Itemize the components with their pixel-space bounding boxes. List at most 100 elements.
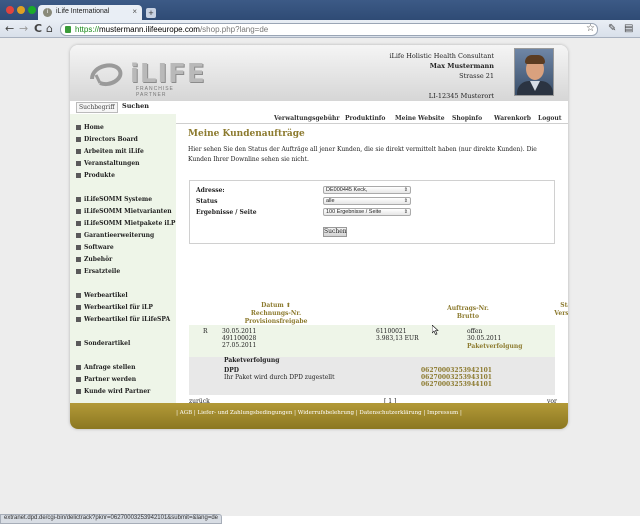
- detail-carrier: DPD: [224, 367, 239, 374]
- per-page-select[interactable]: 100 Ergebnisse / Seite ⇕: [323, 208, 411, 216]
- row-shipped: 30.05.2011: [467, 335, 502, 342]
- consultant-role: iLife Holistic Health Consultant: [389, 52, 494, 60]
- sidebar-item-sonderartikel[interactable]: Sonderartikel: [76, 340, 130, 347]
- col-versendet: Versendet: [554, 310, 568, 317]
- forward-arrow-icon[interactable]: →: [19, 22, 28, 35]
- sidebar-item-ersatzteile[interactable]: Ersatzteile: [76, 268, 120, 275]
- lock-icon: [65, 26, 71, 33]
- sidebar-item-garantie[interactable]: Garantieerweiterung: [76, 232, 154, 239]
- filter-form: Adresse: DE000445 Keck, ⇕ Status alle ⇕ Er…: [189, 180, 555, 244]
- sidebar-item-werbeartikel[interactable]: Werbeartikel: [76, 292, 128, 299]
- table-row: R 30.05.2011 491100028 27.05.2011 611000…: [189, 325, 555, 357]
- tab-close-icon[interactable]: ×: [132, 7, 137, 16]
- consultant-photo: [514, 48, 554, 96]
- row-invoice: 491100028: [222, 335, 257, 342]
- logo-text: iLIFE: [130, 59, 206, 89]
- zoom-window-button[interactable]: [28, 6, 36, 14]
- sidebar-item-directors-board[interactable]: Directors Board: [76, 136, 138, 143]
- tracking-detail: Paketverfolgung DPD Ihr Paket wird durch…: [189, 357, 555, 395]
- row-flag: R: [203, 328, 208, 335]
- row-commission-date: 27.05.2011: [222, 342, 257, 349]
- url-path: /shop.php?lang=de: [199, 25, 269, 34]
- nav-shopinfo[interactable]: Shopinfo: [452, 115, 482, 122]
- col-auftrags-nr: Auftrags-Nr.: [447, 305, 489, 312]
- sidebar-item-arbeiten[interactable]: Arbeiten mit iLife: [76, 148, 144, 155]
- back-arrow-icon[interactable]: ←: [5, 22, 14, 35]
- bookmark-star-icon[interactable]: ☆: [586, 23, 595, 34]
- sidebar-item-zubehoer[interactable]: Zubehör: [76, 256, 112, 263]
- page-title: Meine Kundenaufträge: [188, 129, 305, 139]
- tracking-number-link[interactable]: 06270003253942101: [421, 367, 492, 374]
- col-rechnungs-nr: Rechnungs-Nr.: [250, 310, 302, 317]
- status-select[interactable]: alle ⇕: [323, 197, 411, 205]
- nav-meine-website[interactable]: Meine Website: [395, 115, 445, 122]
- sidebar-item-software[interactable]: Software: [76, 244, 114, 251]
- row-tracking-link[interactable]: Paketverfolgung: [467, 343, 522, 350]
- footer-links[interactable]: | AGB | Liefer- und Zahlungsbedingungen …: [70, 410, 568, 416]
- col-datum[interactable]: Datum ⬆: [226, 302, 326, 310]
- browser-tab[interactable]: i iLife International ×: [38, 5, 142, 20]
- tracking-number-link[interactable]: 06270003253943101: [421, 374, 492, 381]
- browser-toolbar: ← → C ⌂ https://mustermann.ilifeeurope.c…: [0, 20, 640, 38]
- sidebar-item-werbeartikel-ilp[interactable]: Werbeartikel für iLP: [76, 304, 153, 311]
- address-bar[interactable]: https://mustermann.ilifeeurope.com/shop.…: [60, 23, 598, 36]
- sidebar-item-somm-systeme[interactable]: iLifeSOMM Systeme: [76, 196, 152, 203]
- status-label: Status: [196, 198, 218, 205]
- url-host: mustermann.ilifeeurope.com: [99, 25, 200, 34]
- ilife-swirl-icon: [90, 63, 123, 86]
- browser-status-bar: extranet.dpd.de/cgi-bin/delictrack?pknr=…: [0, 514, 222, 524]
- sidebar-item-werbeartikel-spa[interactable]: Werbeartikel für iLifeSPA: [76, 316, 170, 323]
- col-brutto: Brutto: [456, 313, 480, 320]
- row-gross: 3.983,13 EUR: [376, 335, 419, 342]
- col-status: Status: [560, 302, 568, 309]
- row-status: offen: [467, 328, 483, 335]
- menu-icon[interactable]: ▤: [624, 23, 633, 34]
- ilife-logo[interactable]: iLIFE FRANCHISE PARTNER: [86, 59, 205, 98]
- sidebar-item-home[interactable]: Home: [76, 124, 104, 131]
- sidebar-item-produkte[interactable]: Produkte: [76, 172, 115, 179]
- sidebar-item-kunde-partner[interactable]: Kunde wird Partner: [76, 388, 150, 395]
- sidebar-item-somm-mietpakete[interactable]: iLifeSOMM Mietpakete iLP: [76, 220, 175, 227]
- sidebar-item-partner-werden[interactable]: Partner werden: [76, 376, 136, 383]
- consultant-name: Max Mustermann: [429, 62, 494, 70]
- search-button[interactable]: Suchen: [122, 102, 149, 110]
- row-order-no: 61100021: [376, 328, 407, 335]
- site-header: iLIFE FRANCHISE PARTNER iLife Holistic H…: [70, 45, 568, 101]
- nav-produktinfo[interactable]: Produktinfo: [345, 115, 385, 122]
- mouse-cursor-icon: [432, 325, 439, 335]
- search-input[interactable]: Suchbegriff: [76, 102, 118, 113]
- sidebar-item-anfrage[interactable]: Anfrage stellen: [76, 364, 135, 371]
- tracking-number-link[interactable]: 06270003253944101: [421, 381, 492, 388]
- url-scheme: https://: [75, 25, 100, 34]
- sidebar-item-somm-mietvarianten[interactable]: iLifeSOMM Mietvarianten: [76, 208, 172, 215]
- nav-verwaltungsgebuehr[interactable]: Verwaltungsgebühr: [274, 115, 340, 122]
- detail-note: Ihr Paket wird durch DPD zugestellt: [224, 374, 335, 381]
- search-row: Suchbegriff Suchen: [70, 102, 568, 114]
- wrench-icon[interactable]: ✎: [608, 23, 616, 34]
- address-label: Adresse:: [196, 187, 225, 194]
- per-page-label: Ergebnisse / Seite: [196, 209, 257, 216]
- consultant-info: iLife Holistic Health Consultant Max Mus…: [389, 51, 494, 101]
- select-arrow-icon: ⇕: [403, 198, 408, 204]
- site-container: iLIFE FRANCHISE PARTNER iLife Holistic H…: [70, 45, 568, 429]
- address-select[interactable]: DE000445 Keck, ⇕: [323, 186, 411, 194]
- minimize-window-button[interactable]: [17, 6, 25, 14]
- detail-heading: Paketverfolgung: [224, 357, 280, 364]
- ilife-favicon-icon: i: [43, 8, 52, 17]
- close-window-button[interactable]: [6, 6, 14, 14]
- nav-warenkorb[interactable]: Warenkorb: [494, 115, 531, 122]
- site-footer: | AGB | Liefer- und Zahlungsbedingungen …: [70, 403, 568, 429]
- consultant-street: Strasse 21: [459, 72, 494, 80]
- home-icon[interactable]: ⌂: [46, 22, 53, 35]
- new-tab-button[interactable]: +: [146, 8, 156, 18]
- logo-tagline: FRANCHISE PARTNER: [136, 86, 174, 98]
- intro-text: Hier sehen Sie den Status der Aufträge a…: [188, 146, 537, 163]
- nav-logout[interactable]: Logout: [538, 115, 562, 122]
- sidebar-item-veranstaltungen[interactable]: Veranstaltungen: [76, 160, 140, 167]
- reload-icon[interactable]: C: [34, 22, 42, 35]
- select-arrow-icon: ⇕: [403, 209, 408, 215]
- tab-title: iLife International: [56, 8, 110, 15]
- sidebar: Home Directors Board Arbeiten mit iLife …: [70, 114, 176, 403]
- main-content: Meine Kundenaufträge Hier sehen Sie den …: [176, 125, 568, 405]
- filter-submit-button[interactable]: Suchen: [323, 227, 347, 237]
